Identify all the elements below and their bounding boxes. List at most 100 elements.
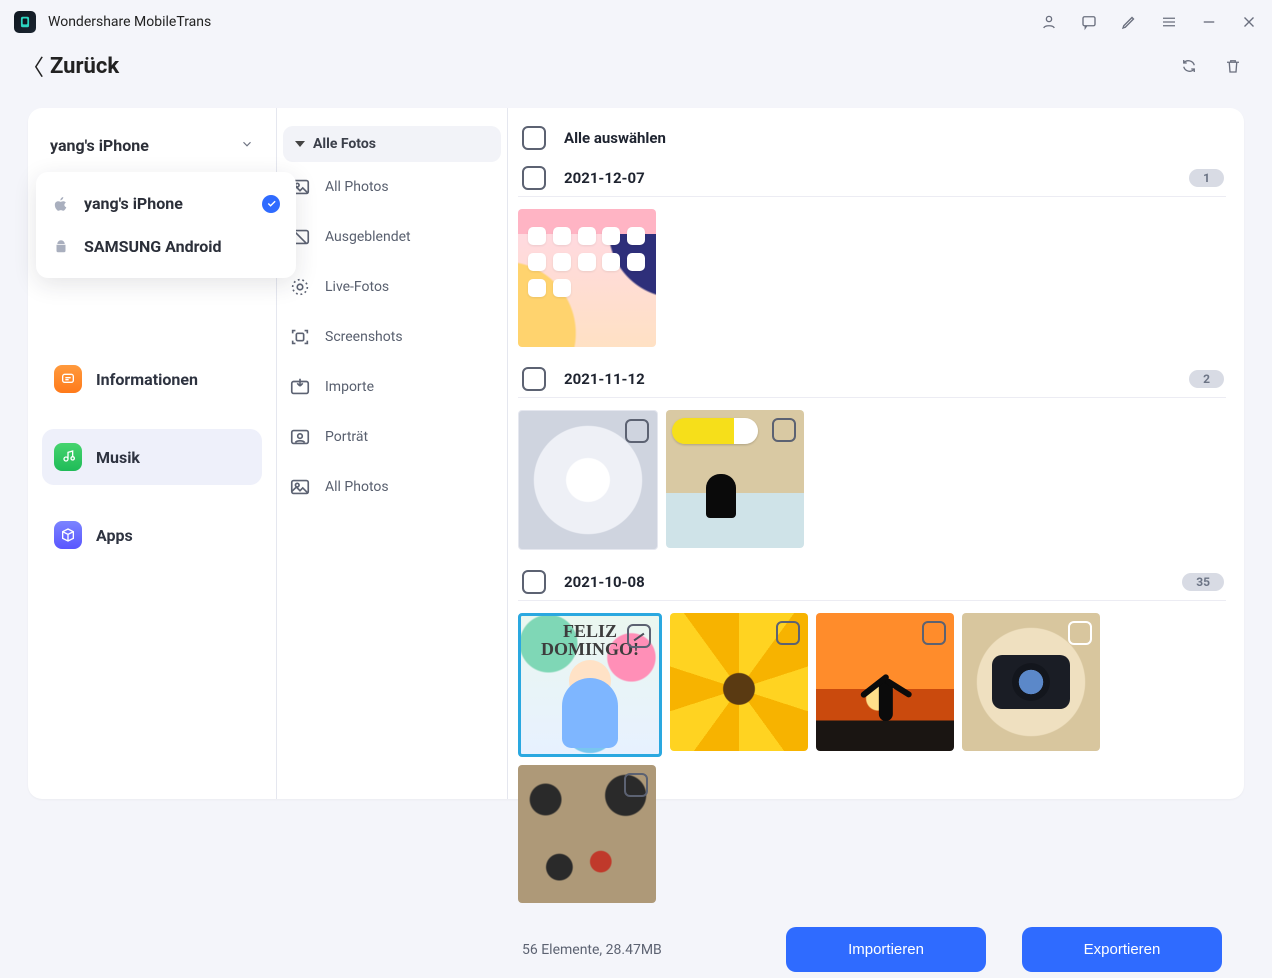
date-group-row: 2021-10-08 35 bbox=[518, 566, 1226, 601]
photo-checkbox[interactable] bbox=[776, 621, 800, 645]
album-item-portrait[interactable]: Porträt bbox=[289, 426, 495, 448]
title-bar: Wondershare MobileTrans bbox=[0, 0, 1272, 44]
main-card: yang's iPhone yang's iPhone SAMSUNG Andr… bbox=[28, 108, 1244, 799]
decor bbox=[706, 474, 736, 518]
date-group-checkbox[interactable] bbox=[522, 367, 546, 391]
sidebar-item-label: Videos bbox=[96, 292, 146, 311]
album-item-label: Screenshots bbox=[325, 329, 403, 345]
refresh-icon[interactable] bbox=[1180, 57, 1198, 75]
photo-thumbnail[interactable] bbox=[518, 410, 658, 550]
album-item-label: Live-Fotos bbox=[325, 279, 389, 295]
import-button[interactable]: Importieren bbox=[786, 927, 986, 972]
photo-thumbnail[interactable] bbox=[518, 765, 656, 903]
livephoto-icon bbox=[289, 276, 311, 298]
decor bbox=[528, 227, 646, 297]
sidebar-item-label: Informationen bbox=[96, 370, 198, 389]
android-icon bbox=[52, 238, 70, 256]
screenshot-icon bbox=[289, 326, 311, 348]
photo-thumbnail[interactable] bbox=[666, 410, 804, 548]
album-item-label: Importe bbox=[325, 379, 374, 395]
photo-checkbox[interactable] bbox=[772, 418, 796, 442]
thumb-row: FELIZDOMINGO! bbox=[518, 601, 1226, 909]
minimize-icon[interactable] bbox=[1200, 13, 1218, 31]
photo-icon bbox=[289, 476, 311, 498]
app-title: Wondershare MobileTrans bbox=[48, 14, 211, 30]
photo-thumbnail[interactable] bbox=[518, 209, 656, 347]
album-sidebar: Alle Fotos All Photos Ausgeblendet Live-… bbox=[277, 108, 508, 799]
video-icon bbox=[54, 287, 82, 315]
sidebar-item-informationen[interactable]: Informationen bbox=[42, 351, 262, 407]
album-item-label: Ausgeblendet bbox=[325, 229, 411, 245]
photo-thumbnail[interactable] bbox=[962, 613, 1100, 751]
chevron-left-icon: 〈 bbox=[22, 50, 44, 82]
select-all-row: Alle auswählen bbox=[518, 122, 1226, 152]
menu-icon[interactable] bbox=[1160, 13, 1178, 31]
thumb-row bbox=[518, 398, 1226, 556]
device-option-iphone[interactable]: yang's iPhone bbox=[42, 182, 290, 225]
date-group-label: 2021-12-07 bbox=[564, 169, 645, 187]
date-group-checkbox[interactable] bbox=[522, 570, 546, 594]
window-controls bbox=[1040, 13, 1258, 31]
portrait-icon bbox=[289, 426, 311, 448]
cube-icon bbox=[54, 521, 82, 549]
album-header[interactable]: Alle Fotos bbox=[283, 126, 501, 162]
account-icon[interactable] bbox=[1040, 13, 1058, 31]
date-group-count: 35 bbox=[1182, 573, 1224, 591]
album-item-all-photos-2[interactable]: All Photos bbox=[289, 476, 495, 498]
apple-icon bbox=[52, 195, 70, 213]
photo-checkbox[interactable] bbox=[627, 624, 651, 648]
feedback-icon[interactable] bbox=[1080, 13, 1098, 31]
photo-thumbnail[interactable] bbox=[816, 613, 954, 751]
photo-checkbox[interactable] bbox=[1068, 621, 1092, 645]
footer-stats: 56 Elemente, 28.47MB bbox=[522, 942, 662, 958]
photo-checkbox[interactable] bbox=[625, 419, 649, 443]
content-area: Alle auswählen 2021-12-07 1 2021-11-12 2 bbox=[508, 108, 1244, 799]
select-all-label: Alle auswählen bbox=[564, 129, 666, 147]
date-group-label: 2021-10-08 bbox=[564, 573, 645, 591]
thumb-row bbox=[518, 197, 1226, 353]
device-dropdown-menu: yang's iPhone SAMSUNG Android bbox=[36, 172, 296, 278]
content-toolbar bbox=[1180, 57, 1242, 75]
message-icon bbox=[54, 365, 82, 393]
album-item-screenshots[interactable]: Screenshots bbox=[289, 326, 495, 348]
device-sidebar: yang's iPhone yang's iPhone SAMSUNG Andr… bbox=[28, 108, 277, 799]
back-label: Zurück bbox=[50, 54, 119, 79]
album-item-imports[interactable]: Importe bbox=[289, 376, 495, 398]
device-option-android[interactable]: SAMSUNG Android bbox=[42, 225, 290, 268]
date-group-row: 2021-12-07 1 bbox=[518, 162, 1226, 197]
edit-icon[interactable] bbox=[1120, 13, 1138, 31]
sidebar-item-apps[interactable]: Apps bbox=[42, 507, 262, 563]
photo-thumbnail[interactable]: FELIZDOMINGO! bbox=[518, 613, 662, 757]
check-icon bbox=[262, 195, 280, 213]
album-item-label: All Photos bbox=[325, 179, 389, 195]
device-selected-label: yang's iPhone bbox=[50, 136, 149, 155]
delete-icon[interactable] bbox=[1224, 57, 1242, 75]
decor bbox=[1012, 663, 1050, 701]
back-row: 〈 Zurück bbox=[0, 44, 1272, 82]
sidebar-item-label: Apps bbox=[96, 526, 133, 545]
device-option-label: SAMSUNG Android bbox=[84, 237, 222, 256]
date-group-label: 2021-11-12 bbox=[564, 370, 645, 388]
album-item-hidden[interactable]: Ausgeblendet bbox=[289, 226, 495, 248]
photo-checkbox[interactable] bbox=[922, 621, 946, 645]
album-list: All Photos Ausgeblendet Live-Fotos Scree… bbox=[283, 176, 501, 498]
footer-bar: 56 Elemente, 28.47MB Importieren Exporti… bbox=[518, 909, 1226, 978]
export-button[interactable]: Exportieren bbox=[1022, 927, 1222, 972]
album-item-all-photos[interactable]: All Photos bbox=[289, 176, 495, 198]
sidebar-item-musik[interactable]: Musik bbox=[42, 429, 262, 485]
import-icon bbox=[289, 376, 311, 398]
app-logo bbox=[14, 11, 36, 33]
date-group-count: 2 bbox=[1189, 370, 1224, 388]
date-group-checkbox[interactable] bbox=[522, 166, 546, 190]
close-icon[interactable] bbox=[1240, 13, 1258, 31]
album-item-label: All Photos bbox=[325, 479, 389, 495]
select-all-checkbox[interactable] bbox=[522, 126, 546, 150]
album-item-live[interactable]: Live-Fotos bbox=[289, 276, 495, 298]
device-dropdown[interactable]: yang's iPhone bbox=[36, 128, 268, 163]
album-item-label: Porträt bbox=[325, 429, 368, 445]
photo-thumbnail[interactable] bbox=[670, 613, 808, 751]
sidebar-item-label: Musik bbox=[96, 448, 140, 467]
photo-checkbox[interactable] bbox=[624, 773, 648, 797]
back-button[interactable]: 〈 Zurück bbox=[22, 50, 119, 82]
chevron-down-icon bbox=[240, 136, 254, 155]
